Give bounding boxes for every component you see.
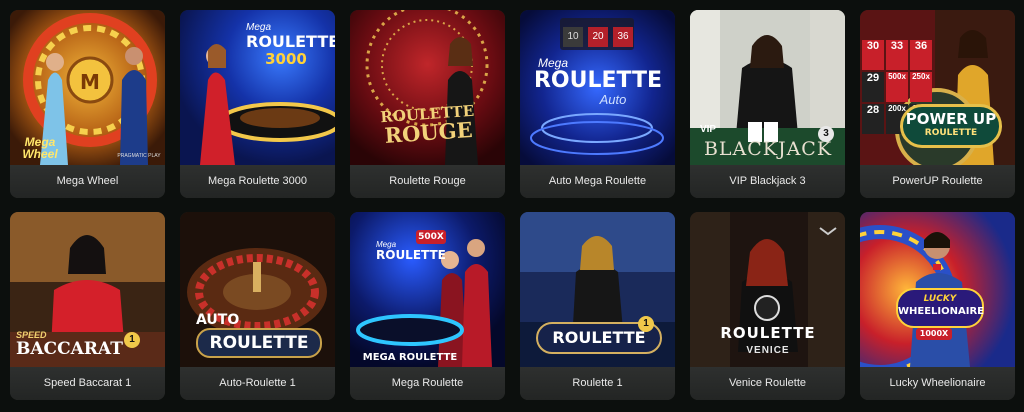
game-thumbnail [520, 212, 675, 367]
game-card-roulette-rouge[interactable]: ROULETTE ROUGE Roulette Rouge [350, 10, 505, 198]
game-thumbnail [520, 10, 675, 165]
game-title: Roulette Rouge [350, 165, 505, 198]
game-thumbnail [180, 212, 335, 367]
game-title: Auto Mega Roulette [520, 165, 675, 198]
game-card-powerup-roulette[interactable]: 30 33 36 29 500x 250x 28 200x 150x POWER… [860, 10, 1015, 198]
game-title: Mega Roulette [350, 367, 505, 400]
game-card-roulette-1[interactable]: ROULETTE 1 Roulette 1 [520, 212, 675, 400]
game-title: Mega Wheel [10, 165, 165, 198]
game-title: PowerUP Roulette [860, 165, 1015, 198]
game-grid: M Mega Wheel PRAGMATIC PLAY Mega Wheel Me… [10, 10, 1015, 400]
game-card-mega-wheel[interactable]: M Mega Wheel PRAGMATIC PLAY Mega Wheel [10, 10, 165, 198]
game-thumbnail [10, 212, 165, 367]
game-thumbnail [10, 10, 165, 165]
game-thumbnail [350, 10, 505, 165]
game-thumbnail [350, 212, 505, 367]
game-title: Lucky Wheelionaire [860, 367, 1015, 400]
game-title: Speed Baccarat 1 [10, 367, 165, 400]
game-card-mega-roulette[interactable]: 500X Mega ROULETTE MEGA ROULETTE Mega Ro… [350, 212, 505, 400]
game-thumbnail [860, 212, 1015, 367]
game-card-mega-roulette-3000[interactable]: Mega ROULETTE 3000 Mega Roulette 3000 [180, 10, 335, 198]
game-card-lucky-wheelionaire[interactable]: LUCKY WHEELIONAIRE 1000X Lucky Wheeliona… [860, 212, 1015, 400]
game-card-auto-mega-roulette[interactable]: 10 20 36 Mega ROULETTE Auto Auto Mega Ro… [520, 10, 675, 198]
game-thumbnail [690, 10, 845, 165]
game-title: Auto-Roulette 1 [180, 367, 335, 400]
game-thumbnail [860, 10, 1015, 165]
game-card-venice-roulette[interactable]: ROULETTE VENICE Venice Roulette [690, 212, 845, 400]
game-title: Venice Roulette [690, 367, 845, 400]
game-card-auto-roulette-1[interactable]: AUTO ROULETTE Auto-Roulette 1 [180, 212, 335, 400]
game-title: Mega Roulette 3000 [180, 165, 335, 198]
game-card-vip-blackjack-3[interactable]: VIP BLACKJACK 3 VIP Blackjack 3 [690, 10, 845, 198]
game-card-speed-baccarat-1[interactable]: SPEED BACCARAT 1 Speed Baccarat 1 [10, 212, 165, 400]
game-title: VIP Blackjack 3 [690, 165, 845, 198]
game-thumbnail [690, 212, 845, 367]
game-thumbnail [180, 10, 335, 165]
game-title: Roulette 1 [520, 367, 675, 400]
